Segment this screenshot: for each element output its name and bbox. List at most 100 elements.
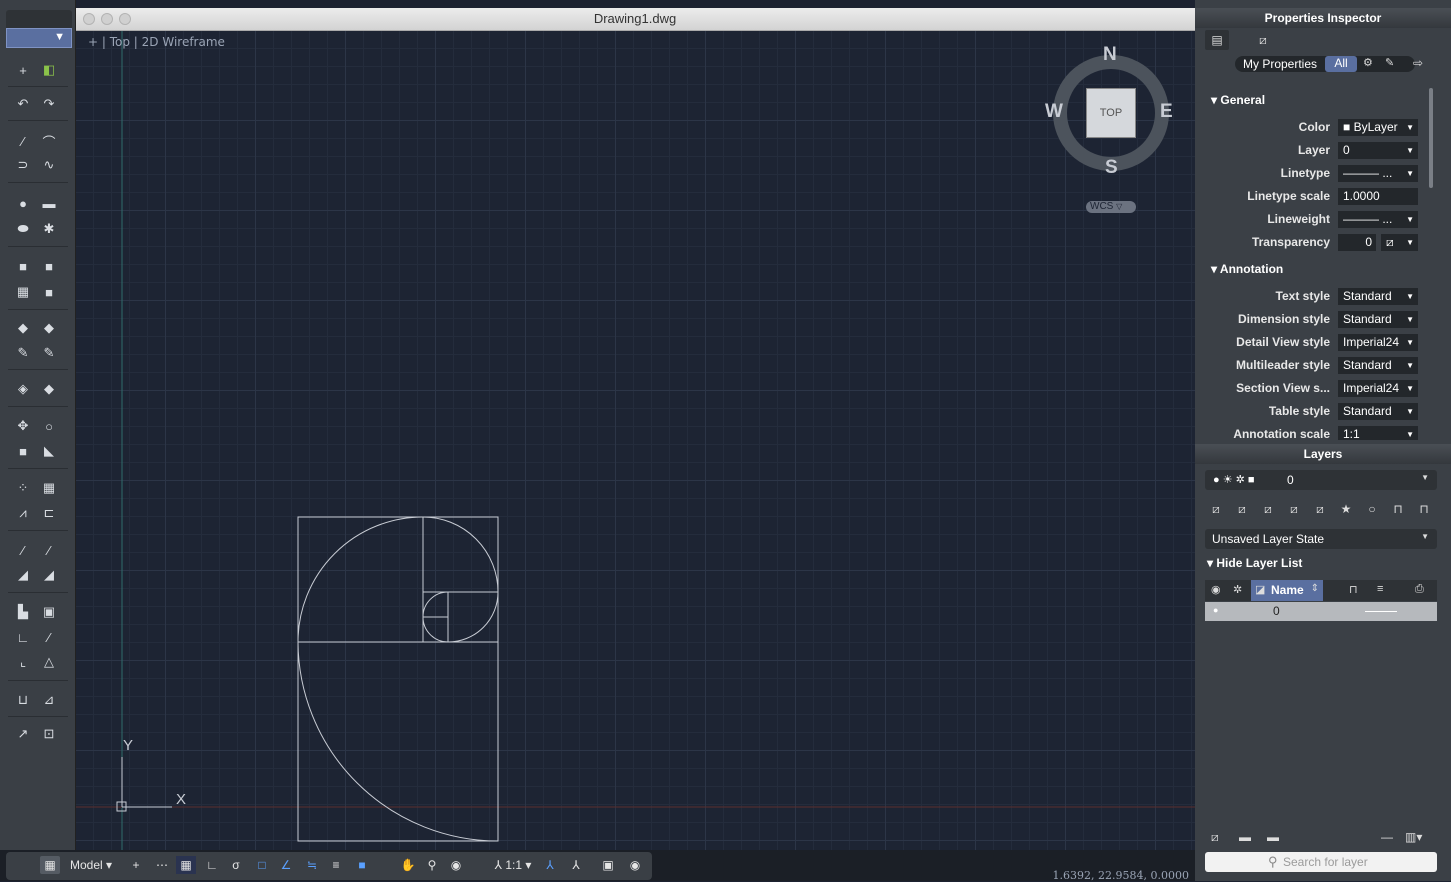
compass-north[interactable]: N	[1103, 44, 1117, 66]
compass-west[interactable]: W	[1045, 101, 1063, 123]
table-tool-icon[interactable]: ▦	[12, 282, 34, 302]
layer-search-field[interactable]: ⚲ Search for layer	[1205, 852, 1437, 872]
polar-tracking-icon[interactable]: σ	[226, 856, 246, 874]
zoom-window-button[interactable]	[119, 13, 131, 25]
visibility-on-icon[interactable]: ●	[1213, 605, 1218, 615]
annotation-section-header[interactable]: ▾ Annotation	[1211, 262, 1283, 276]
explode-tool-icon[interactable]: ▣	[38, 602, 60, 622]
current-layer-dropdown[interactable]: ● ☀ ✲ ■ 0 ▼	[1205, 470, 1437, 490]
layer-previous-icon[interactable]: ⧄	[1311, 500, 1329, 518]
hide-layer-list-toggle[interactable]: ▾ Hide Layer List	[1207, 556, 1302, 570]
coordinates-toggle-icon[interactable]: +	[126, 856, 146, 874]
lineweight-select[interactable]: ——— ... ▼	[1338, 211, 1418, 228]
layer-match-icon[interactable]: ⧄	[1285, 500, 1303, 518]
linetype-column-icon[interactable]: ≡	[1377, 583, 1383, 595]
layer-isolate-icon[interactable]: ★	[1337, 500, 1355, 518]
ortho-mode-icon[interactable]: ∟	[202, 856, 222, 874]
quick-select-icon[interactable]: ⚙	[1363, 56, 1373, 69]
column-settings-icon[interactable]: ▥▾	[1405, 830, 1422, 844]
erase-tool-icon[interactable]: ◈	[12, 379, 34, 399]
viewcube[interactable]: TOP N S W E	[1045, 44, 1173, 178]
delete-layer-icon[interactable]: ⧄	[1233, 500, 1251, 518]
table-style-select[interactable]: Standard ▼	[1338, 403, 1418, 420]
minimize-window-button[interactable]	[101, 13, 113, 25]
copy-tool-icon[interactable]: ⁘	[12, 478, 34, 498]
spline-tool-icon[interactable]: ∿	[38, 155, 60, 175]
layer-select[interactable]: 0 ▼	[1338, 142, 1418, 159]
arc-tool-icon[interactable]: ⌒	[38, 131, 60, 151]
circle-tool-icon[interactable]: ●	[12, 193, 34, 213]
line-tool-icon[interactable]: ∕	[12, 131, 34, 151]
properties-tab-icon[interactable]: ▤	[1205, 30, 1229, 50]
toggle-properties-icon[interactable]: ⇨	[1413, 56, 1423, 70]
boundary-tool-icon[interactable]: ■	[38, 256, 60, 276]
customize-status-icon[interactable]: ◉	[626, 856, 644, 874]
snap-mode-icon[interactable]: ⋯	[152, 856, 172, 874]
transparency-mode-select[interactable]: ⧄ ▼	[1381, 234, 1418, 251]
lock-column-icon[interactable]: ⊓	[1349, 583, 1358, 596]
pan-icon[interactable]: ✋	[398, 856, 418, 874]
object-snap-tracking-icon[interactable]: ∠	[276, 856, 296, 874]
set-current-layer-icon[interactable]: ⧄	[1259, 500, 1277, 518]
layer-lock-icon[interactable]: ⊓	[1389, 500, 1407, 518]
layer-row[interactable]: ● 0	[1205, 602, 1437, 621]
layer-unlock-icon[interactable]: ⊓	[1415, 500, 1433, 518]
dimension-tool-icon[interactable]: ⊔	[12, 690, 34, 710]
layers-tab-icon[interactable]: ⧄	[1251, 30, 1275, 50]
ellipse-tool-icon[interactable]: ⬬	[12, 219, 34, 239]
move-tool-icon[interactable]: ✥	[12, 416, 34, 436]
close-window-button[interactable]	[83, 13, 95, 25]
auto-scale-icon[interactable]: ⅄	[566, 856, 586, 874]
general-section-header[interactable]: ▾ General	[1211, 93, 1265, 107]
text-style-select[interactable]: Standard ▼	[1338, 288, 1418, 305]
orbit-icon[interactable]: ◉	[446, 856, 466, 874]
align-tool-icon[interactable]: ⌞	[12, 652, 34, 672]
annotation-scale-dropdown[interactable]: ⅄ 1:1 ▾	[488, 856, 538, 874]
freeze-column-icon[interactable]: ✲	[1233, 583, 1242, 596]
array-tool-icon[interactable]: ▦	[38, 478, 60, 498]
trim-tool-icon[interactable]: ⁄	[12, 540, 34, 560]
dimension-style-select[interactable]: Standard ▼	[1338, 311, 1418, 328]
model-layout-dropdown[interactable]: Model ▾	[64, 856, 118, 874]
golden-spiral-drawing[interactable]	[297, 516, 499, 842]
grid-display-icon[interactable]: ▦	[176, 856, 196, 874]
offset-tool-icon[interactable]: ⊏	[38, 503, 60, 523]
block-tool-icon[interactable]: ■	[38, 282, 60, 302]
eraser-icon[interactable]: ◆	[38, 379, 60, 399]
viewcube-top-face[interactable]: TOP	[1086, 88, 1136, 138]
redo-icon[interactable]: ↷	[38, 94, 60, 114]
multileader-style-select[interactable]: Standard ▼	[1338, 357, 1418, 374]
my-properties-filter[interactable]: My Properties	[1243, 57, 1317, 71]
region-tool-icon[interactable]: ■	[12, 256, 34, 276]
quick-select-icon[interactable]: ◧	[38, 60, 60, 80]
compass-east[interactable]: E	[1160, 101, 1173, 123]
transparency-input[interactable]: 0	[1338, 234, 1376, 251]
linetype-select[interactable]: ——— ... ▼	[1338, 165, 1418, 182]
visibility-column-icon[interactable]: ◉	[1211, 583, 1221, 596]
compass-south[interactable]: S	[1105, 157, 1118, 179]
extend-tool-icon[interactable]: ⁄	[38, 540, 60, 560]
insert-block-icon[interactable]: ◆	[12, 318, 34, 338]
chamfer-tool-icon[interactable]: ◢	[38, 565, 60, 585]
tool-set-selector[interactable]: ▼	[6, 28, 72, 48]
layer-state-dropdown[interactable]: Unsaved Layer State ▼	[1205, 529, 1437, 549]
rectangle-tool-icon[interactable]: ▬	[38, 193, 60, 213]
wcs-menu[interactable]: WCS ▽	[1086, 201, 1136, 213]
name-column-header[interactable]: ◪ Name ⇕	[1251, 580, 1323, 601]
properties-scrollbar[interactable]	[1429, 88, 1433, 188]
collapse-icon[interactable]: —	[1381, 830, 1393, 844]
transparency-icon[interactable]: ■	[352, 856, 372, 874]
stretch-tool-icon[interactable]: ◣	[38, 441, 60, 461]
new-layer-footer-icon[interactable]: ⧄	[1211, 830, 1219, 845]
linetype-scale-input[interactable]: 1.0000	[1338, 188, 1418, 205]
mirror-tool-icon[interactable]: ⩘	[12, 503, 34, 523]
undo-icon[interactable]: ↶	[12, 94, 34, 114]
grid-layout-icon[interactable]: ▦	[40, 856, 60, 874]
zoom-icon[interactable]: ⚲	[422, 856, 442, 874]
measure-tool-icon[interactable]: △	[38, 652, 60, 672]
plot-column-icon[interactable]: ⎙	[1415, 583, 1424, 596]
new-layer-icon[interactable]: ⧄	[1207, 500, 1225, 518]
lengthen-tool-icon[interactable]: ∕	[38, 627, 60, 647]
all-properties-filter[interactable]: All	[1325, 56, 1357, 72]
viewport-controls-label[interactable]: + | Top | 2D Wireframe	[88, 35, 225, 49]
